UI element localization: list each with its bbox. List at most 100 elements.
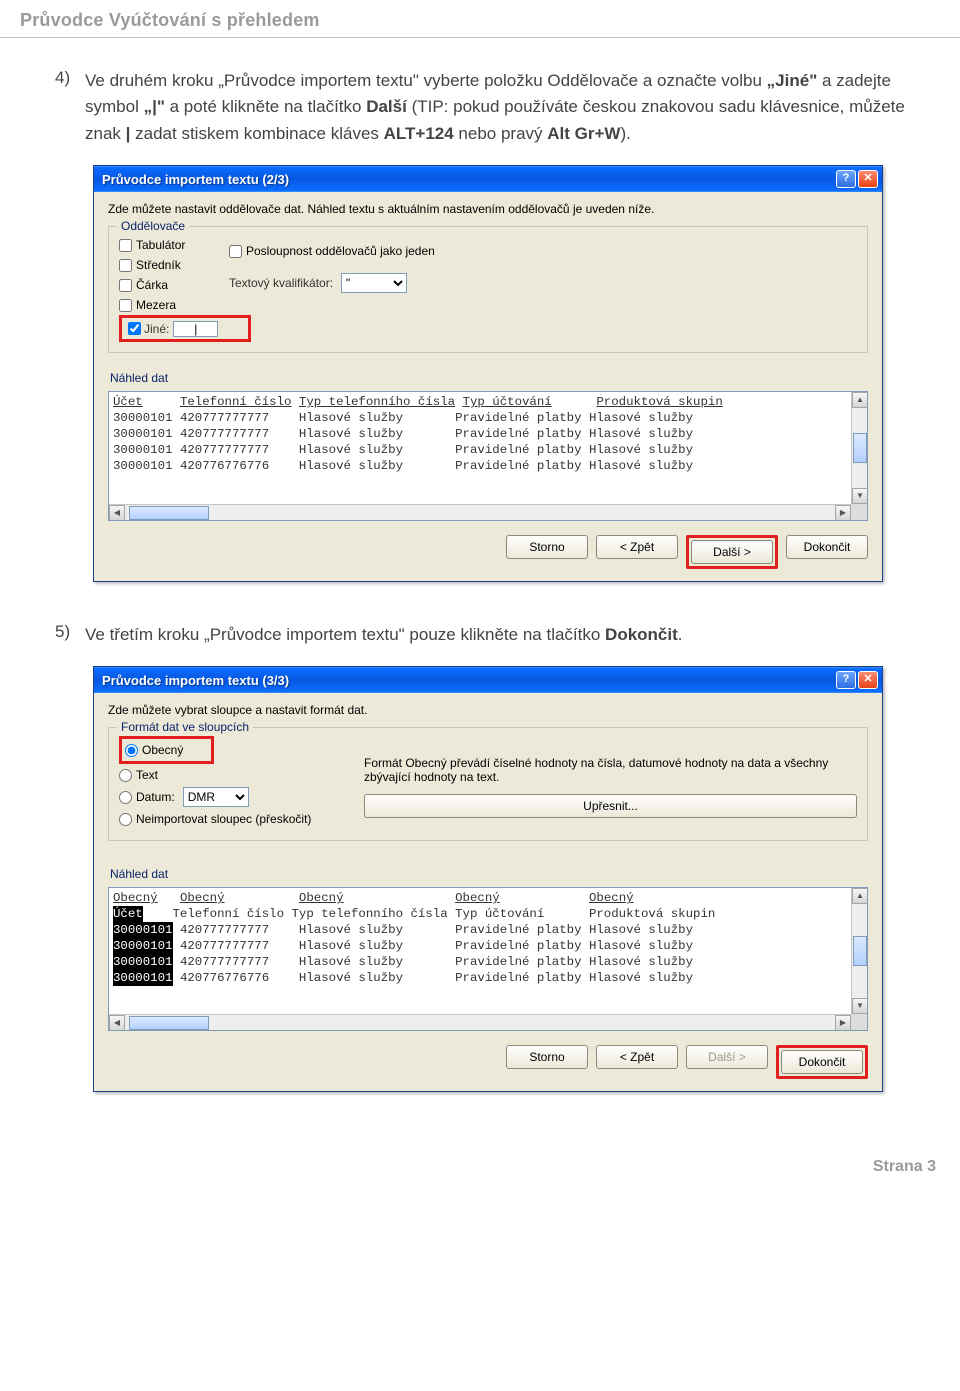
scroll-thumb[interactable] bbox=[853, 936, 867, 966]
cell: 30000101 bbox=[113, 922, 173, 938]
step-4-text: Ve druhém kroku „Průvodce importem textu… bbox=[85, 68, 920, 147]
cell: Hlasové služby bbox=[299, 411, 403, 425]
cell: Hlasové služby bbox=[589, 411, 693, 425]
zpet-button[interactable]: < Zpět bbox=[596, 535, 678, 559]
text-segment: a poté klikněte na tlačítko bbox=[165, 97, 366, 116]
cell: 420777777777 bbox=[180, 923, 269, 937]
vertical-scrollbar[interactable]: ▲▼ bbox=[851, 392, 867, 504]
text-segment: Ve třetím kroku „Průvodce importem textu… bbox=[85, 625, 605, 644]
cell: 420777777777 bbox=[180, 955, 269, 969]
cell: 420777777777 bbox=[180, 411, 269, 425]
cell: 30000101 bbox=[113, 459, 173, 473]
cell: Pravidelné platby bbox=[455, 923, 581, 937]
text-segment: Ve druhém kroku „Průvodce importem textu… bbox=[85, 71, 767, 90]
cell: 420777777777 bbox=[180, 443, 269, 457]
strednik-checkbox[interactable] bbox=[119, 259, 132, 272]
col-header: Účet bbox=[113, 395, 143, 409]
datum-radio[interactable] bbox=[119, 791, 132, 804]
col-header: Produktová skupin bbox=[596, 395, 722, 409]
preview-box: Obecný Obecný Obecný Obecný Obecný Účet … bbox=[108, 887, 868, 1031]
checkbox-label: Jiné: bbox=[144, 322, 169, 336]
close-button[interactable]: ✕ bbox=[858, 671, 878, 689]
wizard-description: Zde můžete vybrat sloupce a nastavit for… bbox=[108, 703, 868, 717]
horizontal-scrollbar[interactable]: ◀▶ bbox=[109, 504, 851, 520]
cell: 30000101 bbox=[113, 411, 173, 425]
datum-format-select[interactable]: DMR bbox=[183, 787, 249, 807]
mezera-checkbox[interactable] bbox=[119, 299, 132, 312]
step-4-number: 4) bbox=[55, 68, 85, 147]
upresnit-button[interactable]: Upřesnit... bbox=[364, 794, 857, 818]
neimport-radio[interactable] bbox=[119, 813, 132, 826]
checkbox-label: Mezera bbox=[136, 298, 176, 312]
preview-box: Účet Telefonní číslo Typ telefonního čís… bbox=[108, 391, 868, 521]
wizard-description: Zde můžete nastavit oddělovače dat. Náhl… bbox=[108, 202, 868, 216]
titlebar: Průvodce importem textu (2/3) ? ✕ bbox=[94, 166, 882, 192]
cell: Pravidelné platby bbox=[455, 971, 581, 985]
format-fieldset: Formát dat ve sloupcích Obecný Text Datu… bbox=[108, 727, 868, 841]
scroll-down-icon[interactable]: ▼ bbox=[852, 998, 868, 1014]
storno-button[interactable]: Storno bbox=[506, 1045, 588, 1069]
fieldset-legend: Formát dat ve sloupcích bbox=[117, 720, 253, 734]
col-header: Účet bbox=[113, 906, 143, 922]
kvalifikator-label: Textový kvalifikátor: bbox=[229, 276, 333, 290]
scroll-up-icon[interactable]: ▲ bbox=[852, 392, 868, 408]
text-segment: zadat stiskem kombinace kláves bbox=[130, 124, 383, 143]
radio-label: Text bbox=[136, 768, 158, 782]
tabulator-checkbox[interactable] bbox=[119, 239, 132, 252]
zpet-button[interactable]: < Zpět bbox=[596, 1045, 678, 1069]
jine-input[interactable] bbox=[173, 321, 218, 337]
cell: Hlasové služby bbox=[299, 443, 403, 457]
scroll-right-icon[interactable]: ▶ bbox=[835, 1015, 851, 1031]
scroll-left-icon[interactable]: ◀ bbox=[109, 505, 125, 521]
help-button[interactable]: ? bbox=[836, 170, 856, 188]
col-type-label: Obecný bbox=[180, 891, 225, 905]
jine-checkbox[interactable] bbox=[128, 322, 141, 335]
text-segment: ). bbox=[620, 124, 630, 143]
window-title: Průvodce importem textu (3/3) bbox=[102, 673, 834, 688]
scroll-thumb[interactable] bbox=[129, 1016, 209, 1030]
scroll-left-icon[interactable]: ◀ bbox=[109, 1015, 125, 1031]
checkbox-label: Čárka bbox=[136, 278, 168, 292]
dokoncit-button[interactable]: Dokončit bbox=[781, 1050, 863, 1074]
cell: Hlasové služby bbox=[589, 443, 693, 457]
scroll-thumb[interactable] bbox=[853, 433, 867, 463]
cell: 420776776776 bbox=[180, 971, 269, 985]
scroll-right-icon[interactable]: ▶ bbox=[835, 505, 851, 521]
horizontal-scrollbar[interactable]: ◀▶ bbox=[109, 1014, 851, 1030]
page-footer: Strana 3 bbox=[0, 1142, 960, 1192]
dalsi-highlight: Další > bbox=[686, 535, 778, 569]
close-button[interactable]: ✕ bbox=[858, 170, 878, 188]
bold-segment: Další bbox=[366, 97, 407, 116]
help-button[interactable]: ? bbox=[836, 671, 856, 689]
posloupnost-checkbox[interactable] bbox=[229, 245, 242, 258]
step-5-number: 5) bbox=[55, 622, 85, 648]
scroll-thumb[interactable] bbox=[129, 506, 209, 520]
carka-checkbox[interactable] bbox=[119, 279, 132, 292]
radio-label: Neimportovat sloupec (přeskočit) bbox=[136, 812, 311, 826]
cell: 420777777777 bbox=[180, 427, 269, 441]
nahled-label: Náhled dat bbox=[110, 867, 868, 881]
obecny-highlight: Obecný bbox=[119, 736, 214, 764]
dalsi-button[interactable]: Další > bbox=[691, 540, 773, 564]
cell: Pravidelné platby bbox=[455, 411, 581, 425]
cell: Pravidelné platby bbox=[455, 955, 581, 969]
text-segment: . bbox=[678, 625, 683, 644]
cell: Pravidelné platby bbox=[455, 443, 581, 457]
delimiters-fieldset: Oddělovače Tabulátor Středník Čárka Meze… bbox=[108, 226, 868, 353]
scroll-up-icon[interactable]: ▲ bbox=[852, 888, 868, 904]
vertical-scrollbar[interactable]: ▲▼ bbox=[851, 888, 867, 1014]
cell: Hlasové služby bbox=[299, 459, 403, 473]
text-radio[interactable] bbox=[119, 769, 132, 782]
col-header: Telefonní číslo bbox=[180, 395, 292, 409]
obecny-radio[interactable] bbox=[125, 744, 138, 757]
dalsi-button: Další > bbox=[686, 1045, 768, 1069]
checkbox-label: Posloupnost oddělovačů jako jeden bbox=[246, 244, 435, 258]
storno-button[interactable]: Storno bbox=[506, 535, 588, 559]
col-header: Typ telefonního čísla bbox=[299, 395, 455, 409]
scroll-down-icon[interactable]: ▼ bbox=[852, 488, 868, 504]
col-type-label: Obecný bbox=[455, 891, 500, 905]
dokoncit-button[interactable]: Dokončit bbox=[786, 535, 868, 559]
window-title: Průvodce importem textu (2/3) bbox=[102, 172, 834, 187]
kvalifikator-select[interactable]: " bbox=[341, 273, 407, 293]
format-note: Formát Obecný převádí číselné hodnoty na… bbox=[364, 756, 857, 784]
